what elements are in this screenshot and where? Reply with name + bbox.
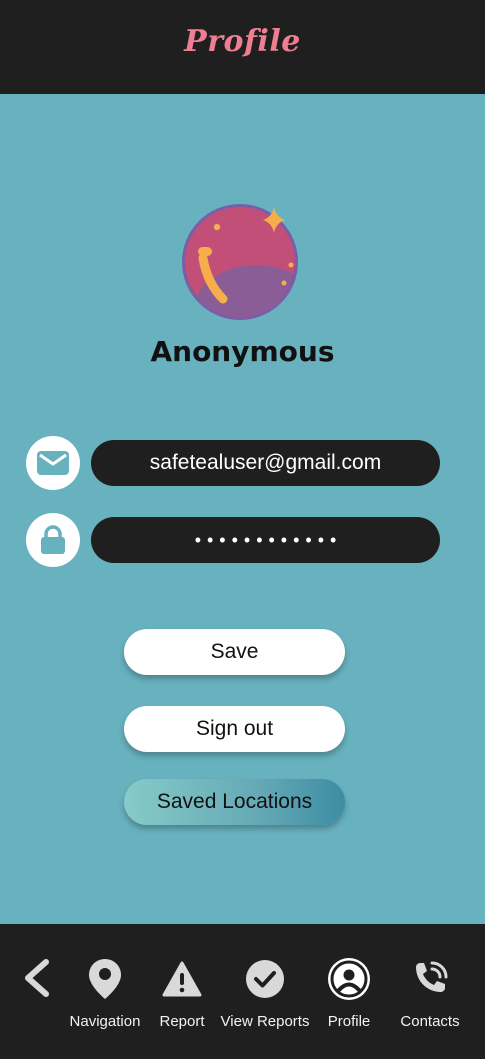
- saved-locations-button-label: Saved Locations: [156, 790, 313, 813]
- mail-icon: [37, 451, 69, 475]
- nav-item-contacts[interactable]: Contacts: [385, 955, 475, 1030]
- username: Anonymous: [150, 335, 335, 368]
- nav-label-profile: Profile: [327, 1013, 371, 1030]
- nav-label-view-reports: View Reports: [220, 1013, 310, 1030]
- email-field[interactable]: safetealuser@gmail.com: [91, 440, 440, 486]
- nav-label-report: Report: [159, 1013, 205, 1030]
- location-pin-icon: [81, 955, 129, 1003]
- nav-item-profile[interactable]: Profile: [304, 955, 394, 1030]
- lock-icon: [41, 525, 65, 554]
- nav-label-navigation: Navigation: [69, 1013, 141, 1030]
- saved-locations-button[interactable]: Saved Locations: [124, 779, 345, 825]
- back-button[interactable]: [20, 958, 54, 998]
- nav-item-report[interactable]: Report: [137, 955, 227, 1030]
- user-circle-icon: [325, 955, 373, 1003]
- checkmark-circle-icon: [241, 955, 289, 1003]
- nav-label-contacts: Contacts: [400, 1013, 460, 1030]
- password-field[interactable]: ••••••••••••: [91, 517, 440, 563]
- warning-icon: [158, 955, 206, 1003]
- email-icon-badge: [26, 436, 80, 490]
- page-title: Profile: [184, 24, 301, 59]
- avatar: [181, 203, 299, 321]
- save-button[interactable]: Save: [124, 629, 345, 675]
- sign-out-button[interactable]: Sign out: [124, 706, 345, 752]
- email-value: safetealuser@gmail.com: [149, 451, 382, 474]
- nav-item-view-reports[interactable]: View Reports: [220, 955, 310, 1030]
- phone-call-icon: [406, 955, 454, 1003]
- header-bar: Profile: [0, 0, 485, 94]
- sign-out-button-label: Sign out: [195, 717, 274, 740]
- password-icon-badge: [26, 513, 80, 567]
- chevron-left-icon: [25, 959, 49, 997]
- password-value: ••••••••••••: [194, 529, 343, 550]
- save-button-label: Save: [210, 640, 259, 663]
- avatar-planet-icon: [182, 204, 298, 320]
